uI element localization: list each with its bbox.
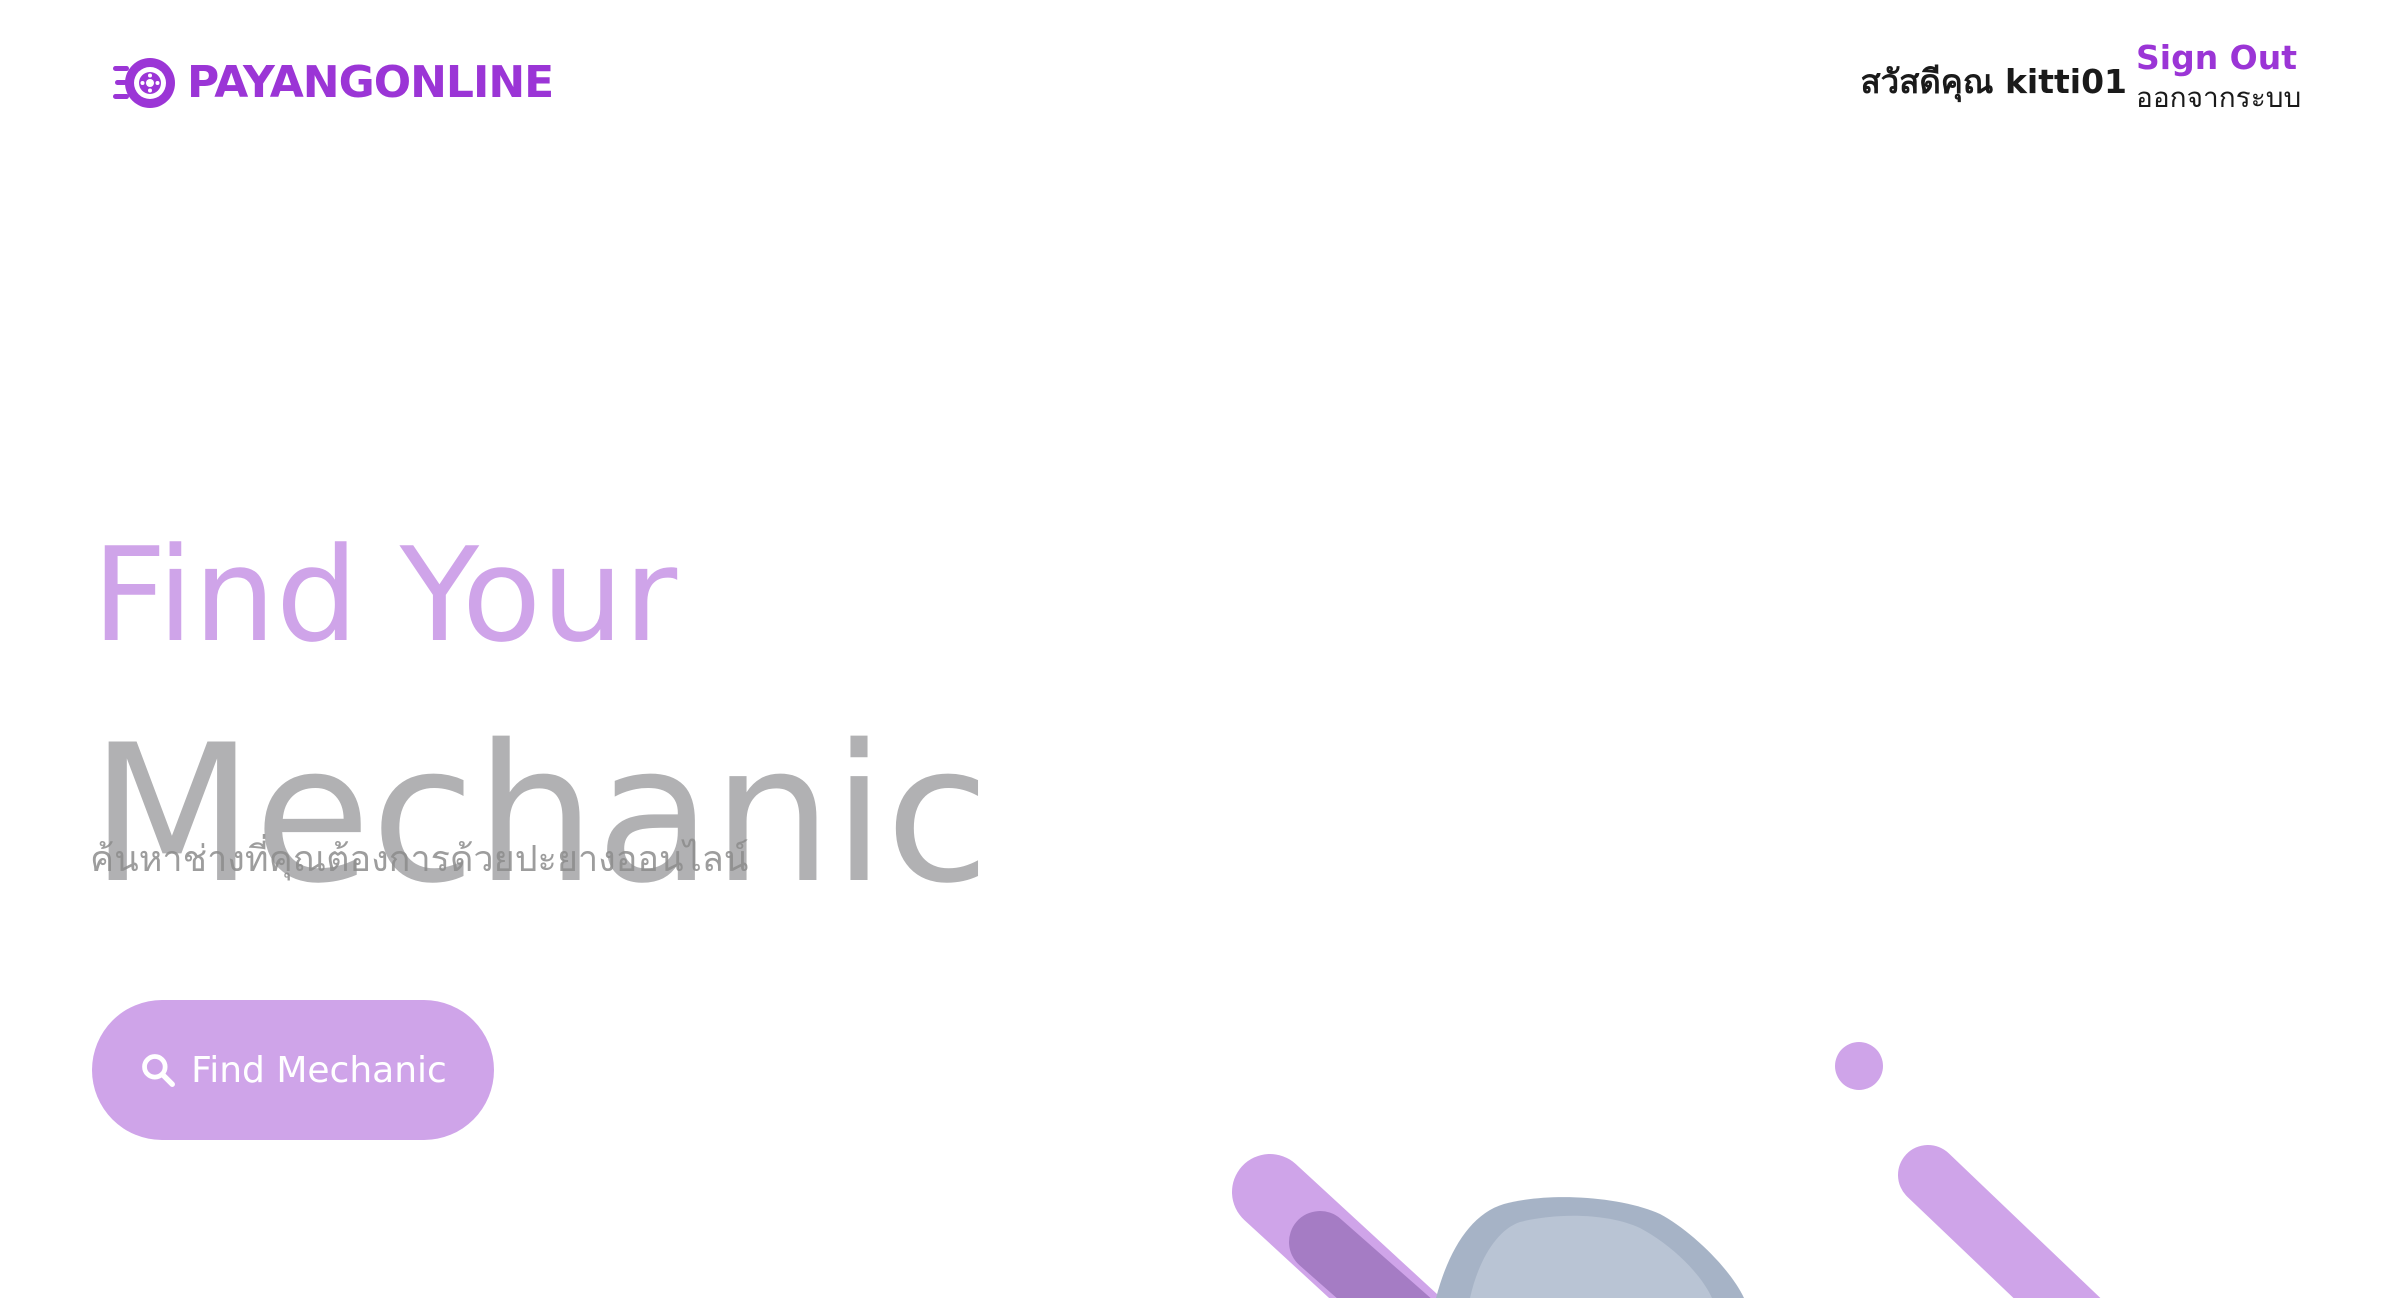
- user-greeting: สวัสดีคุณ kitti01: [1861, 57, 2127, 107]
- sign-out-label[interactable]: Sign Out: [2136, 36, 2301, 80]
- brand-name: PAYANGONLINE: [187, 57, 554, 108]
- username: kitti01: [2004, 62, 2127, 101]
- brand-logo[interactable]: PAYANGONLINE: [113, 52, 554, 114]
- sign-out-link[interactable]: Sign Out ออกจากระบบ: [2136, 36, 2301, 116]
- find-mechanic-label: Find Mechanic: [191, 1049, 447, 1091]
- deco-dot: [1835, 1042, 1883, 1090]
- deco-stripe-left: [1232, 1154, 1442, 1298]
- sign-out-sublabel[interactable]: ออกจากระบบ: [2136, 80, 2301, 116]
- mechanic-cap-icon: [1436, 1197, 1744, 1298]
- search-icon: [142, 1054, 176, 1087]
- greeting-prefix: สวัสดีคุณ: [1860, 62, 1994, 101]
- find-mechanic-button[interactable]: Find Mechanic: [92, 1000, 494, 1140]
- hero-title-line1: Find Your: [92, 519, 678, 671]
- deco-stripe-right: [1898, 1145, 2101, 1298]
- tire-wheel-icon: [113, 58, 175, 108]
- deco-stripe-left-dark: [1289, 1211, 1431, 1298]
- landing-page: PAYANGONLINE สวัสดีคุณ kitti01 Sign Out …: [0, 0, 2400, 1298]
- hero-subtitle: ค้นหาช่างที่คุณต้องการด้วยปะยางออนไลน์: [90, 839, 749, 880]
